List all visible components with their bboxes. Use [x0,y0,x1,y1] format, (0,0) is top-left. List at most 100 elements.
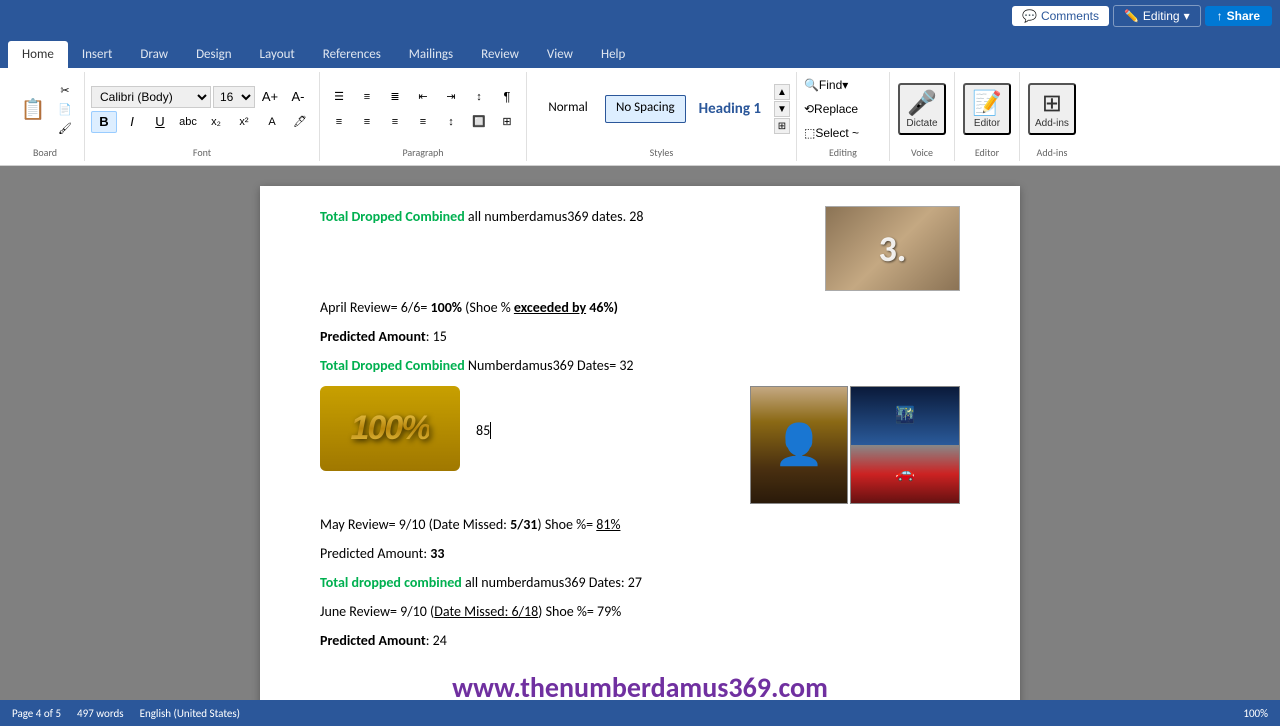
copy-button[interactable]: 📄 [54,100,76,118]
clipboard-group: 📋 ✂ 📄 🖌 Board [6,72,85,161]
paste-button[interactable]: 📋 [14,90,52,128]
top-desc: all numberdamus369 dates. 28 [468,208,644,225]
share-button[interactable]: ↑ Share [1205,6,1272,26]
tab-home[interactable]: Home [8,41,68,68]
bold-button[interactable]: B [91,111,117,133]
editor-group: 📝 Editor Editor [955,72,1020,161]
comments-icon: 💬 [1022,9,1037,23]
replace-button[interactable]: ⟲ Replace [803,98,883,120]
find-button[interactable]: 🔍 Find ▾ [803,74,883,96]
tab-design[interactable]: Design [182,41,245,68]
word-count[interactable]: 497 words [77,707,124,720]
align-center-button[interactable]: ≡ [354,111,380,133]
right-images: 👤 🌃 🚗 [750,386,960,504]
june-review-line: June Review= 9/10 (Date Missed: 6/18) Sh… [320,601,960,622]
tab-review[interactable]: Review [467,41,533,68]
predicted-amount-june: Predicted Amount: 24 [320,630,960,651]
pilcrow-button[interactable]: ¶ [494,86,520,108]
clipboard-label: Board [33,146,57,159]
styles-scroll-up[interactable]: ▲ [774,84,790,100]
editor-label: Editor [975,146,999,159]
underline-button[interactable]: U [147,111,173,133]
page-info[interactable]: Page 4 of 5 [12,707,61,720]
bullet-list-button[interactable]: ☰ [326,86,352,108]
numbered-list-button[interactable]: ≡ [354,86,380,108]
document-content: Total Dropped Combined all numberdamus36… [320,206,960,700]
multilevel-list-button[interactable]: ≣ [382,86,408,108]
tab-mailings[interactable]: Mailings [395,41,467,68]
addins-button[interactable]: ⊞ Add-ins [1028,83,1076,135]
ribbon-tabs: Home Insert Draw Design Layout Reference… [0,32,1280,68]
increase-indent-button[interactable]: ⇥ [438,86,464,108]
shading-button[interactable]: 🔲 [466,111,492,133]
total-dropped-combined-2: Total Dropped Combined Numberdamus369 Da… [320,355,960,376]
predicted-amount-april: Predicted Amount: 15 [320,326,960,347]
total-dropped-combined-3: Total dropped combined all numberdamus36… [320,572,960,593]
font-size-select[interactable]: 16 [213,86,255,108]
editing-label: Editing [1143,9,1180,23]
cut-button[interactable]: ✂ [54,81,76,99]
borders-button[interactable]: ⊞ [494,111,520,133]
align-right-button[interactable]: ≡ [382,111,408,133]
editing-label: Editing [829,146,857,159]
title-bar: 💬 Comments ✏️ Editing ▾ ↑ Share [0,0,1280,32]
font-family-select[interactable]: Calibri (Body) [91,86,211,108]
website-text: www.thenumberdamus369.com [320,667,960,700]
april-review-line: April Review= 6/6= 100% (Shoe % exceeded… [320,297,960,318]
zoom-level[interactable]: 100% [1243,707,1268,720]
addins-label: Add-ins [1037,146,1068,159]
tab-layout[interactable]: Layout [246,41,309,68]
may-review-line: May Review= 9/10 (Date Missed: 5/31) Sho… [320,514,960,535]
style-no-spacing[interactable]: No Spacing [605,95,686,123]
select-button[interactable]: ⬚ Select ~ [803,122,883,144]
style-normal[interactable]: Normal [533,95,603,123]
status-bar: Page 4 of 5 497 words English (United St… [0,700,1280,726]
tab-insert[interactable]: Insert [68,41,127,68]
pencil-icon: ✏️ [1124,9,1139,23]
tab-view[interactable]: View [533,41,587,68]
share-icon: ↑ [1217,9,1223,23]
share-label: Share [1227,9,1260,23]
style-heading1[interactable]: Heading 1 [688,95,772,123]
italic-button[interactable]: I [119,111,145,133]
subscript-button[interactable]: x₂ [203,111,229,133]
font-group: Calibri (Body) 16 A+ A- B I U abc x₂ x² … [85,72,320,161]
language[interactable]: English (United States) [140,707,240,720]
addins-group: ⊞ Add-ins Add-ins [1020,72,1084,161]
editing-group: 🔍 Find ▾ ⟲ Replace ⬚ Select ~ Editing [797,72,890,161]
strikethrough-button[interactable]: abc [175,111,201,133]
voice-group: 🎤 Dictate Voice [890,72,955,161]
styles-group: Normal No Spacing Heading 1 ▲ ▼ ⊞ Styles [527,72,797,161]
highlight-button[interactable]: 🖊 [287,111,313,133]
microphone-icon: 🎤 [907,89,937,118]
justify-button[interactable]: ≡ [410,111,436,133]
predicted-amount-may: Predicted Amount: 33 [320,543,960,564]
decrease-indent-button[interactable]: ⇤ [410,86,436,108]
comments-button[interactable]: 💬 Comments [1012,6,1109,26]
tab-help[interactable]: Help [587,41,639,68]
paragraph-group: ☰ ≡ ≣ ⇤ ⇥ ↕ ¶ ≡ ≡ ≡ ≡ ↕ 🔲 ⊞ Paragraph [320,72,527,161]
editor-icon: 📝 [972,89,1002,118]
format-painter-button[interactable]: 🖌 [54,119,76,137]
dictate-button[interactable]: 🎤 Dictate [898,83,946,135]
tab-draw[interactable]: Draw [126,41,182,68]
title-bar-actions: 💬 Comments ✏️ Editing ▾ ↑ Share [1012,5,1272,27]
align-left-button[interactable]: ≡ [326,111,352,133]
tab-references[interactable]: References [309,41,395,68]
font-label: Font [193,146,211,159]
line-spacing-button[interactable]: ↕ [438,111,464,133]
styles-scroll-down[interactable]: ▼ [774,101,790,117]
sort-button[interactable]: ↕ [466,86,492,108]
superscript-button[interactable]: x² [231,111,257,133]
document-page[interactable]: Total Dropped Combined all numberdamus36… [260,186,1020,700]
editing-button[interactable]: ✏️ Editing ▾ [1113,5,1201,27]
increase-font-button[interactable]: A+ [257,86,283,108]
decrease-font-button[interactable]: A- [285,86,311,108]
styles-expand[interactable]: ⊞ [774,118,790,134]
paragraph-label: Paragraph [402,146,443,159]
editor-button[interactable]: 📝 Editor [963,83,1011,135]
number-85-text[interactable]: 85 [476,420,491,441]
voice-label: Voice [911,146,933,159]
font-color-button[interactable]: A [259,111,285,133]
styles-scroll: ▲ ▼ ⊞ [774,84,790,134]
